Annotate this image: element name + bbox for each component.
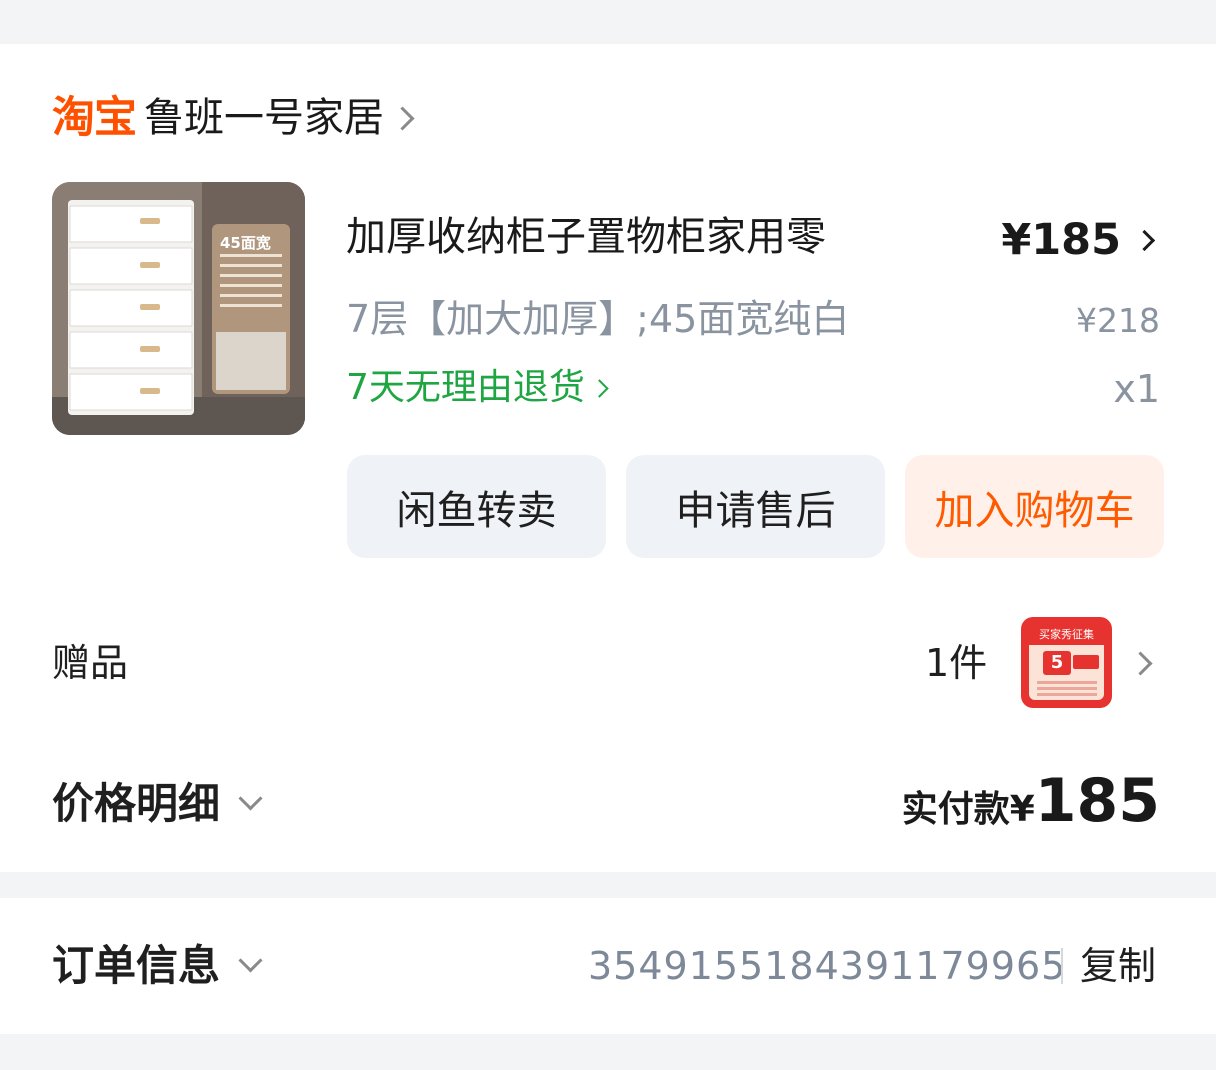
product-image[interactable]: 45面宽 [52, 182, 305, 435]
paid-total: 实付款¥ 185 [902, 764, 1160, 838]
gift-label: 赠品 [52, 641, 129, 685]
paid-label: 实付款¥ [901, 789, 1035, 830]
chevron-down-icon [238, 947, 263, 973]
price-detail-toggle[interactable]: 价格明细 [52, 774, 263, 834]
shop-name[interactable]: 鲁班一号家居 [144, 92, 384, 144]
taobao-logo: 淘宝 [52, 93, 137, 143]
gift-image[interactable]: 买家秀征集 5 [1021, 617, 1112, 708]
order-info-toggle[interactable]: 订单信息 [52, 936, 263, 996]
divider [1061, 948, 1063, 984]
copy-button[interactable]: 复制 [1080, 940, 1156, 992]
chevron-right-icon [390, 105, 415, 131]
image-badge: 45面宽 [220, 234, 271, 252]
price-detail-label: 价格明细 [52, 779, 221, 828]
product-title[interactable]: 加厚收纳柜子置物柜家用零 [346, 208, 826, 266]
gift-image-lines [1037, 681, 1097, 684]
after-sale-button[interactable]: 申请售后 [626, 455, 885, 558]
gift-image-number: 5 [1043, 651, 1071, 675]
add-to-cart-button[interactable]: 加入购物车 [905, 455, 1164, 558]
return-policy-link[interactable]: 7天无理由退货 [346, 362, 609, 414]
original-price: ¥218 [1076, 301, 1160, 340]
product-price[interactable]: ¥185 [1001, 212, 1156, 268]
gift-image-strip [1073, 655, 1099, 669]
gift-image-inner: 买家秀征集 5 [1029, 625, 1104, 700]
chevron-right-icon [590, 378, 609, 398]
price-value: ¥185 [1001, 215, 1121, 265]
resell-button[interactable]: 闲鱼转卖 [347, 455, 606, 558]
quantity: x1 [1113, 367, 1160, 411]
product-spec: 7层【加大加厚】;45面宽纯白 [346, 297, 850, 341]
gift-image-title: 买家秀征集 [1029, 625, 1104, 645]
order-number: 3549155184391179965 [588, 944, 1067, 988]
order-info-label: 订单信息 [52, 941, 221, 990]
chevron-down-icon [238, 785, 263, 811]
paid-amount: 185 [1034, 766, 1160, 836]
return-policy-label: 7天无理由退货 [346, 367, 585, 408]
chevron-right-icon [1133, 229, 1156, 251]
shop-header[interactable]: 淘宝 鲁班一号家居 [52, 92, 415, 144]
gift-count: 1件 [925, 641, 988, 685]
